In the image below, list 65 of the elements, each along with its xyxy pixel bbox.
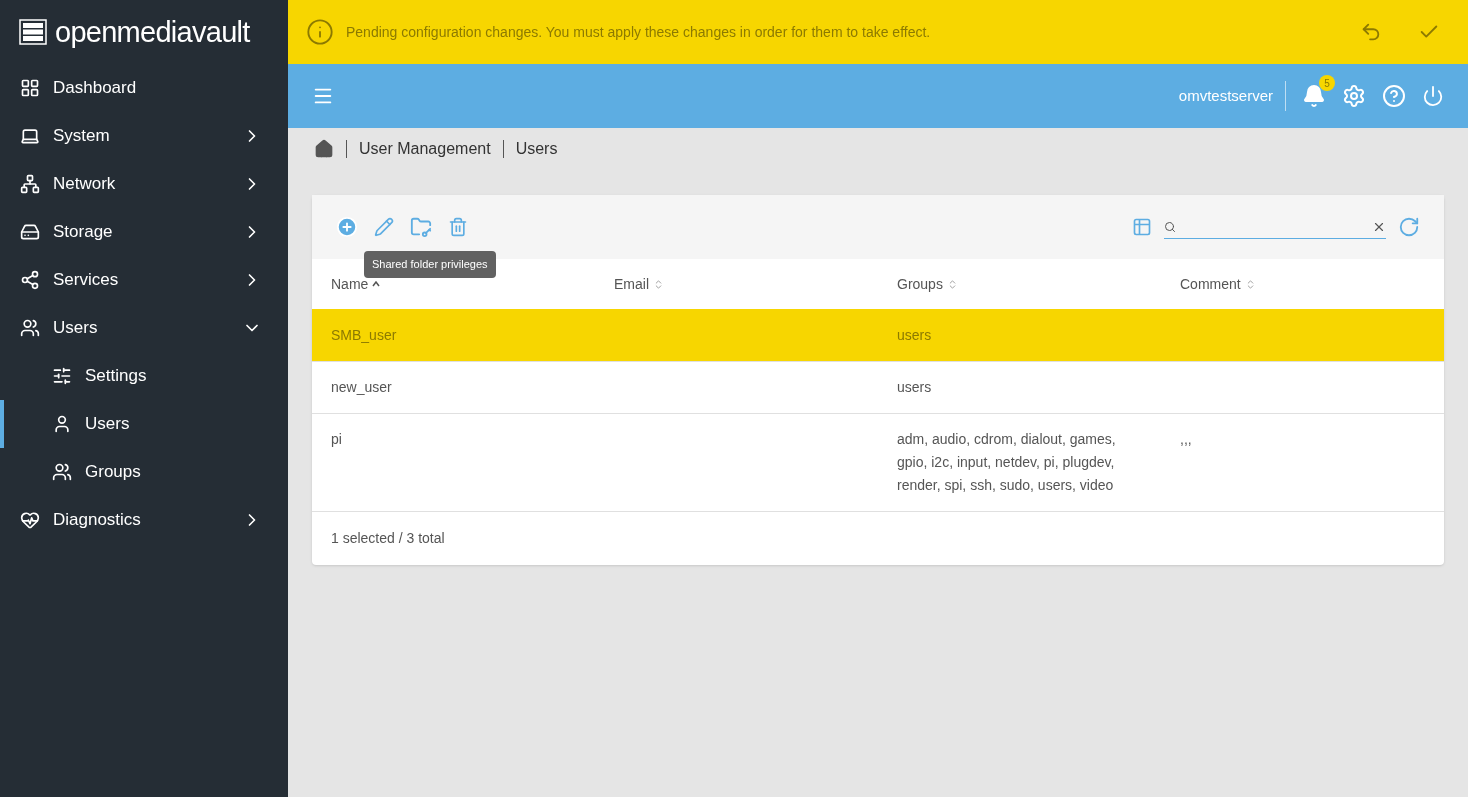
- table-row[interactable]: pi adm, audio, cdrom, dialout, games, gpio, i2c, input, netdev, pi, plugdev, render, spi, ssh, sudo, users, video ,,,: [312, 413, 1444, 511]
- sliders-icon: [52, 366, 72, 386]
- sidebar-item[interactable]: Network: [0, 160, 288, 208]
- table-cell: users: [897, 379, 932, 395]
- share-icon: [20, 270, 40, 290]
- drive-icon: [20, 222, 40, 242]
- sidebar-subitem[interactable]: Groups: [0, 448, 288, 496]
- power-button[interactable]: [1422, 85, 1444, 107]
- refresh-button[interactable]: [1398, 216, 1420, 238]
- banner-message: Pending configuration changes. You must apply these changes in order for them to take effect.: [346, 22, 932, 42]
- hostname: omvtestserver: [1178, 80, 1286, 112]
- heart-pulse-icon: [20, 510, 40, 530]
- network-icon: [20, 174, 40, 194]
- add-button[interactable]: [336, 216, 358, 238]
- folder-key-button[interactable]: [410, 216, 432, 238]
- notification-badge: 5: [1319, 75, 1335, 91]
- add-icon: [336, 216, 358, 238]
- home-icon[interactable]: [314, 139, 334, 159]
- breadcrumb-link[interactable]: User Management: [346, 140, 491, 158]
- laptop-icon: [20, 126, 40, 146]
- undo-icon: [1360, 21, 1382, 43]
- table-cell: SMB_user: [331, 327, 397, 343]
- table-row[interactable]: new_user users: [312, 361, 1444, 413]
- column-header[interactable]: Comment: [1180, 273, 1241, 295]
- info-icon: [306, 18, 334, 46]
- column-header[interactable]: Groups: [897, 273, 943, 295]
- grid-icon: [20, 78, 40, 98]
- settings-icon: [1342, 84, 1366, 108]
- people-icon: [20, 318, 40, 338]
- edit-button[interactable]: [374, 217, 394, 237]
- logo-text: openmediavault: [55, 17, 250, 47]
- sidebar-subitem[interactable]: Settings: [0, 352, 288, 400]
- folder-key-icon: [410, 216, 432, 238]
- sidebar-item[interactable]: System: [0, 112, 288, 160]
- help-icon: [1382, 84, 1406, 108]
- breadcrumb-link[interactable]: Users: [502, 140, 558, 158]
- power-icon: [1422, 85, 1444, 107]
- sidebar-item[interactable]: Services: [0, 256, 288, 304]
- search-icon: [1164, 220, 1176, 233]
- sidebar-item[interactable]: Users: [0, 304, 288, 352]
- help-button[interactable]: [1382, 84, 1406, 108]
- person-icon: [52, 414, 72, 434]
- table-cell: new_user: [331, 379, 392, 395]
- columns-button[interactable]: [1132, 217, 1152, 237]
- notifications-button[interactable]: [1302, 84, 1326, 108]
- table-cell: users: [897, 327, 932, 343]
- sidebar-item[interactable]: Storage: [0, 208, 288, 256]
- table-cell: adm, audio, cdrom, dialout, games, gpio, i2c, input, netdev, pi, plugdev, render, spi, ssh, sudo, users, video: [897, 431, 1116, 493]
- sidebar-item[interactable]: Dashboard: [0, 64, 288, 112]
- server-logo-icon: [19, 19, 47, 45]
- sidebar-subitem[interactable]: Users: [0, 400, 288, 448]
- pencil-icon: [374, 217, 394, 237]
- table-cell: ,,,: [1180, 431, 1192, 447]
- settings-button[interactable]: [1342, 84, 1366, 108]
- delete-button[interactable]: [448, 217, 468, 237]
- sidebar-item[interactable]: Diagnostics: [0, 496, 288, 544]
- table-cell: pi: [331, 431, 342, 447]
- selection-summary: 1 selected / 3 total: [331, 529, 445, 548]
- trash-icon: [448, 217, 468, 237]
- bell-icon: [1302, 84, 1326, 108]
- people-icon: [52, 462, 72, 482]
- table-icon: [1132, 217, 1152, 237]
- column-header[interactable]: Email: [614, 273, 649, 295]
- refresh-icon: [1398, 216, 1420, 238]
- tooltip: Shared folder privileges: [364, 251, 496, 278]
